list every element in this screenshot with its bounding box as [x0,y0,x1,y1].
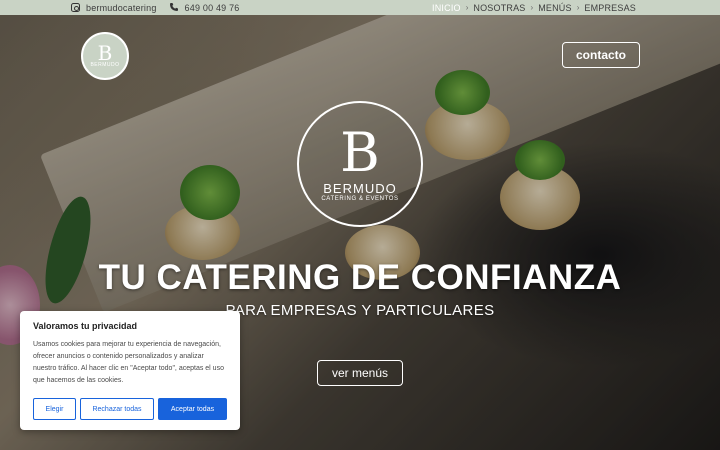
logo-text: BERMUDO [90,62,120,68]
view-menus-button[interactable]: ver menús [317,360,403,386]
cookie-reject-button[interactable]: Rechazar todas [80,398,154,420]
cookie-title: Valoramos tu privacidad [33,321,138,331]
nav-nosotras[interactable]: NOSOTRAS [473,3,525,13]
cookie-accept-button[interactable]: Aceptar todas [158,398,227,420]
phone-number[interactable]: 649 00 49 76 [185,3,240,13]
hero-logo: B BERMUDO CATERING & EVENTOS [297,101,423,227]
contact-button[interactable]: contacto [562,42,640,68]
cookie-customize-button[interactable]: Elegir [33,398,76,420]
nav-empresas[interactable]: EMPRESAS [584,3,636,13]
top-nav: INICIO › NOSOTRAS › MENÚS › EMPRESAS [432,0,636,15]
nav-separator: › [530,3,534,12]
phone-icon [169,2,179,14]
instagram-handle[interactable]: bermudocatering [86,3,157,13]
hero-logo-name: BERMUDO [323,180,397,196]
nav-separator: › [576,3,580,12]
nav-menus[interactable]: MENÚS [538,3,572,13]
nav-separator: › [465,3,469,12]
instagram-icon[interactable] [71,3,80,12]
cookie-banner: Valoramos tu privacidad Usamos cookies p… [20,311,240,430]
cookie-actions: Elegir Rechazar todas Aceptar todas [33,398,227,420]
logo-letter: B [97,41,113,65]
nav-inicio[interactable]: INICIO [432,3,461,13]
site-logo[interactable]: B BERMUDO [81,32,129,80]
contact-info: bermudocatering 649 00 49 76 [71,0,240,15]
hero-logo-letter: B [340,120,380,184]
top-bar: bermudocatering 649 00 49 76 INICIO › NO… [0,0,720,15]
hero-headline: TU CATERING DE CONFIANZA [98,258,622,297]
cookie-body: Usamos cookies para mejorar tu experienc… [33,341,224,384]
hero-logo-tagline: CATERING & EVENTOS [321,195,399,202]
